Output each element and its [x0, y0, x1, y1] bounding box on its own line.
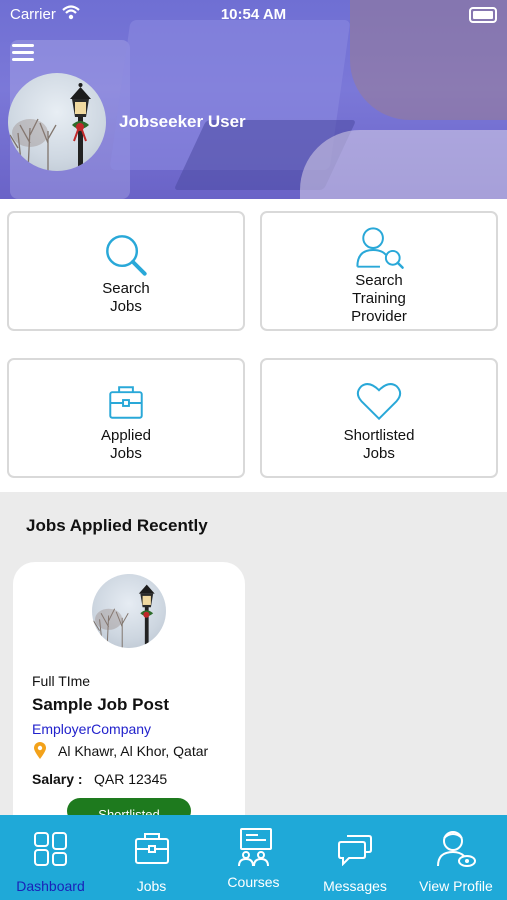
user-name: Jobseeker User — [119, 112, 246, 131]
job-title: Sample Job Post — [32, 695, 169, 714]
tab-label: Messages — [323, 878, 387, 894]
job-type: Full TIme — [32, 673, 91, 689]
courses-icon — [238, 828, 272, 867]
search-jobs-tile[interactable]: Search Jobs — [7, 211, 245, 331]
user-search-icon — [356, 227, 404, 269]
briefcase-icon — [135, 833, 169, 864]
tab-label: Courses — [227, 874, 280, 890]
applied-jobs-tile[interactable]: Applied Jobs — [7, 358, 245, 478]
company-logo-image — [93, 584, 155, 648]
menu-icon — [12, 44, 34, 47]
salary-value: QAR 12345 — [94, 771, 168, 787]
avatar[interactable] — [8, 73, 106, 171]
heart-icon — [356, 383, 402, 421]
location-pin-icon — [34, 742, 46, 759]
tab-label: View Profile — [419, 878, 493, 894]
salary-label: Salary : — [32, 771, 83, 787]
shortlisted-jobs-tile[interactable]: Shortlisted Jobs — [260, 358, 498, 478]
tile-label: Shortlisted Jobs — [343, 427, 415, 462]
dashboard-icon — [34, 832, 67, 866]
tile-label: Search Jobs — [102, 280, 150, 315]
messages-icon — [338, 835, 372, 866]
briefcase-icon — [109, 386, 143, 419]
avatar-image — [9, 83, 91, 171]
search-icon — [106, 235, 147, 276]
menu-button[interactable] — [12, 44, 34, 62]
tab-jobs[interactable]: Jobs — [101, 815, 202, 900]
company-logo — [92, 574, 166, 648]
tab-label: Dashboard — [16, 878, 85, 894]
tab-label: Jobs — [136, 878, 167, 894]
menu-icon — [12, 58, 34, 61]
company-link[interactable]: EmployerCompany — [32, 721, 151, 737]
tab-courses[interactable]: Courses — [202, 815, 305, 900]
battery-icon — [469, 7, 497, 23]
search-training-provider-tile[interactable]: Search Training Provider — [260, 211, 498, 331]
profile-icon — [437, 831, 476, 867]
tab-messages[interactable]: Messages — [305, 815, 405, 900]
tile-label: Applied Jobs — [100, 427, 152, 462]
status-bar: Carrier 10:54 AM — [0, 0, 507, 28]
tile-label: Search Training Provider — [351, 272, 407, 325]
tab-view-profile[interactable]: View Profile — [405, 815, 507, 900]
menu-icon — [12, 51, 34, 54]
section-title: Jobs Applied Recently — [26, 516, 208, 535]
clock: 10:54 AM — [220, 6, 287, 23]
job-location: Al Khawr, Al Khor, Qatar — [58, 743, 209, 759]
tab-dashboard[interactable]: Dashboard — [0, 815, 101, 900]
header-background — [300, 130, 507, 199]
